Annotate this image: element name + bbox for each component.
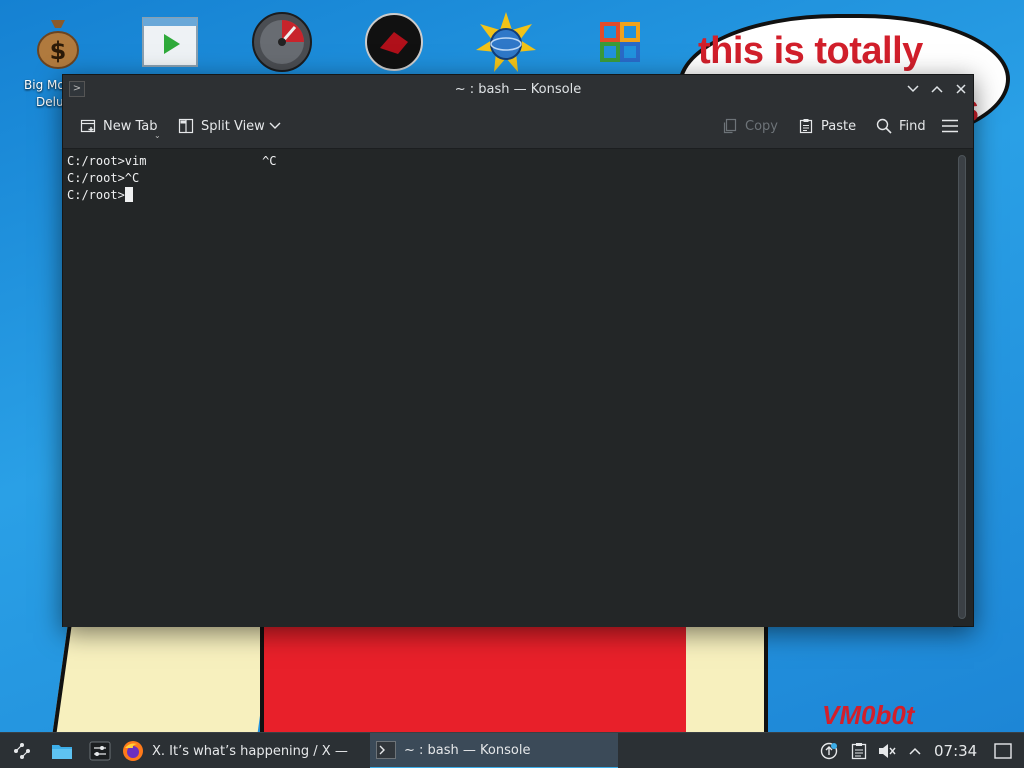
show-desktop-icon[interactable] (992, 733, 1014, 768)
paste-icon (797, 117, 815, 135)
clock[interactable]: 07:34 (934, 733, 977, 768)
wallpaper-signature: VM0b0t (822, 700, 915, 730)
konsole-app-icon[interactable]: > (69, 81, 85, 97)
copy-label: Copy (745, 118, 778, 134)
new-tab-menu-arrow-icon[interactable]: ⌄ (154, 131, 161, 140)
konsole-toolbar: New Tab ⌄ Split View Copy Paste Find (63, 103, 973, 149)
new-tab-icon (79, 117, 97, 135)
window-title: ~ : bash — Konsole (454, 81, 582, 97)
chevron-up-icon[interactable] (927, 79, 947, 99)
task-label: ~ : bash — Konsole (404, 742, 531, 758)
find-label: Find (899, 118, 926, 134)
terminal-scrollbar[interactable] (955, 153, 969, 623)
folder-icon (52, 745, 72, 759)
speedometer-icon[interactable] (250, 10, 314, 74)
updates-icon[interactable] (818, 733, 840, 768)
wallpaper-bubble-text: this is totally (698, 30, 923, 72)
copy-button[interactable]: Copy (721, 113, 778, 139)
search-icon (875, 117, 893, 135)
file-manager-button[interactable] (48, 733, 76, 768)
terminal-line: C:/root>vim ^C (67, 154, 277, 168)
firefox-icon (123, 741, 143, 761)
clipboard-icon[interactable] (848, 733, 870, 768)
split-view-icon (177, 117, 195, 135)
task-label: X. It’s what’s happening / X — (152, 743, 348, 759)
split-view-label: Split View (201, 118, 265, 134)
desktop-icon-label: Big Mo (24, 78, 65, 92)
hamburger-menu-icon (941, 117, 959, 135)
desktop-icon-label-2: Delu (36, 95, 64, 109)
taskbar-task-konsole[interactable]: ~ : bash — Konsole (370, 733, 618, 768)
application-launcher-button[interactable] (8, 733, 36, 768)
chevron-down-icon[interactable] (269, 113, 281, 139)
money-bag-icon[interactable]: $ (26, 10, 90, 74)
paste-button[interactable]: Paste (797, 113, 856, 139)
terminal-icon (376, 741, 396, 759)
terminal-line: C:/root>^C (67, 171, 140, 185)
taskbar: X. It’s what’s happening / X — ~ : bash … (0, 732, 1024, 768)
new-tab-label: New Tab (103, 118, 158, 134)
office-suite-icon[interactable] (588, 10, 652, 74)
hamburger-menu-button[interactable] (941, 113, 959, 139)
window-titlebar[interactable]: > ~ : bash — Konsole (63, 75, 973, 103)
scrollbar-thumb[interactable] (958, 155, 966, 619)
paste-label: Paste (821, 118, 857, 134)
terminal-cursor (124, 187, 133, 202)
terminal-prompt-line: C:/root> (67, 187, 953, 204)
wallpaper-cream-shape-right (686, 618, 768, 732)
red-app-icon[interactable] (362, 10, 426, 74)
terminal-prompt: C:/root> (67, 188, 125, 202)
wallpaper-cream-shape-left (50, 610, 275, 732)
svg-text:$: $ (50, 37, 67, 65)
wallpaper-red-shape (260, 620, 690, 732)
terminal-output[interactable]: C:/root>vim ^C C:/root>^C C:/root> (63, 150, 953, 627)
media-player-icon[interactable] (138, 10, 202, 74)
chevron-down-icon[interactable] (903, 79, 923, 99)
split-view-button[interactable]: Split View (177, 113, 265, 139)
volume-muted-icon[interactable] (876, 733, 898, 768)
taskbar-task-firefox[interactable]: X. It’s what’s happening / X — (118, 733, 366, 768)
konsole-window: > ~ : bash — Konsole New Tab ⌄ Split Vie… (62, 74, 974, 627)
copy-icon (721, 117, 739, 135)
new-tab-button[interactable]: New Tab (79, 113, 158, 139)
chevron-up-icon[interactable] (906, 733, 924, 768)
settings-panel-icon (89, 741, 111, 761)
launcher-icon (14, 743, 30, 759)
system-settings-button[interactable] (86, 733, 114, 768)
sun-globe-icon[interactable] (474, 10, 538, 74)
close-icon[interactable] (951, 79, 971, 99)
find-button[interactable]: Find (875, 113, 926, 139)
